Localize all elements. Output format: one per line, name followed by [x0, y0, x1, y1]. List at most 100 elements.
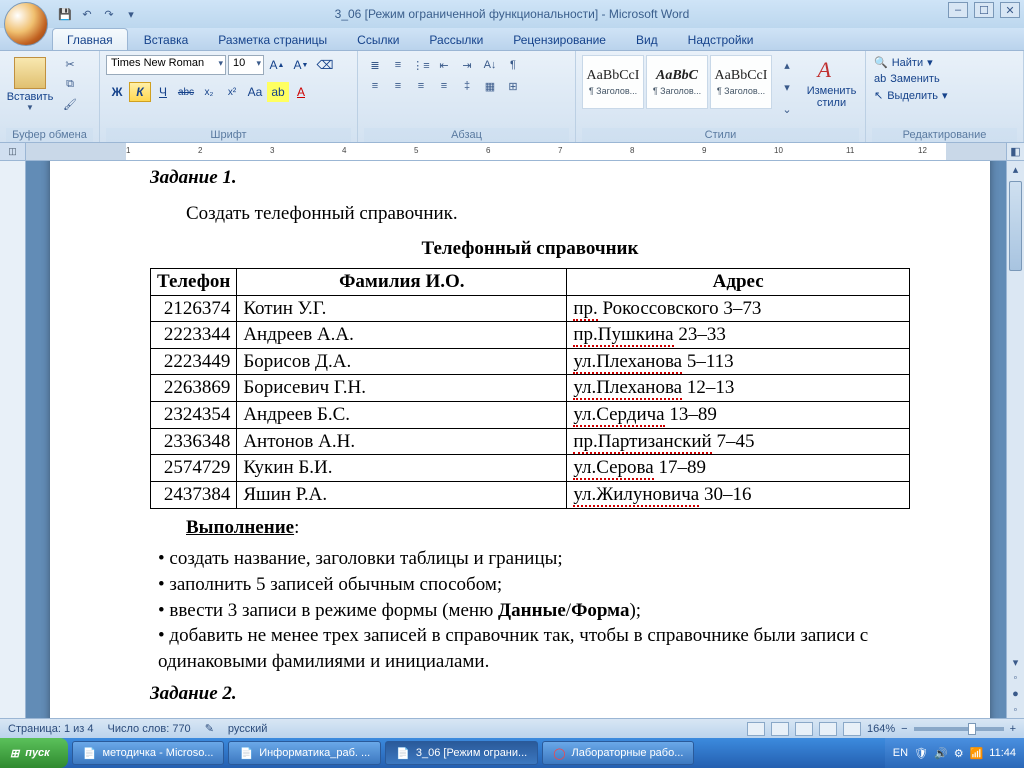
clock[interactable]: 11:44 [989, 747, 1016, 759]
page-viewport[interactable]: Задание 1. Создать телефонный справочник… [26, 161, 1006, 718]
clear-format-icon[interactable]: ⌫ [314, 55, 336, 75]
maximize-button[interactable]: ☐ [974, 2, 994, 18]
replace-button[interactable]: abЗаменить [872, 72, 950, 86]
italic-button[interactable]: К [129, 82, 151, 102]
grow-font-icon[interactable]: A▲ [266, 55, 288, 75]
taskbar-item-3[interactable]: 📄3_06 [Режим ограни... [385, 741, 538, 765]
group-clipboard: Вставить ▼ ✂ ⧉ 🖌 Буфер обмена [0, 51, 100, 142]
office-button[interactable] [4, 2, 48, 46]
change-case-button[interactable]: Aa [244, 82, 266, 102]
font-family-combo[interactable]: Times New Roman [106, 55, 226, 75]
scroll-up-icon[interactable]: ▴ [1007, 161, 1024, 177]
zoom-in-icon[interactable]: + [1010, 723, 1016, 735]
taskbar-item-4[interactable]: ◯Лабораторные рабо... [542, 741, 694, 765]
shrink-font-icon[interactable]: A▼ [290, 55, 312, 75]
tab-mailings[interactable]: Рассылки [415, 29, 497, 50]
tray-icon[interactable]: ⚙ [954, 747, 964, 760]
next-page-icon[interactable]: ◦ [1007, 702, 1024, 718]
style-gallery[interactable]: AaBbCcI ¶ Заголов... AaBbC ¶ Заголов... … [582, 55, 800, 119]
multilevel-icon[interactable]: ⋮≡ [410, 55, 432, 75]
status-words[interactable]: Число слов: 770 [108, 723, 191, 735]
style-next-icon[interactable]: ▾ [776, 77, 798, 97]
taskbar-item-1[interactable]: 📄методичка - Microso... [72, 741, 225, 765]
undo-icon[interactable]: ↶ [78, 5, 96, 23]
save-icon[interactable]: 💾 [56, 5, 74, 23]
tab-addins[interactable]: Надстройки [674, 29, 768, 50]
view-outline[interactable] [819, 722, 837, 736]
view-draft[interactable] [843, 722, 861, 736]
select-button[interactable]: ↖Выделить ▾ [872, 88, 950, 103]
group-font: Times New Roman 10 A▲ A▼ ⌫ Ж К Ч abc x₂ … [100, 51, 358, 142]
tab-layout[interactable]: Разметка страницы [204, 29, 341, 50]
tab-view[interactable]: Вид [622, 29, 672, 50]
view-web[interactable] [795, 722, 813, 736]
close-button[interactable]: ✕ [1000, 2, 1020, 18]
ruler-toggle-icon[interactable]: ◧ [1006, 143, 1024, 160]
status-page[interactable]: Страница: 1 из 4 [8, 723, 94, 735]
align-justify-icon[interactable]: ≡ [433, 76, 455, 96]
subscript-button[interactable]: x₂ [198, 82, 220, 102]
tray-icon[interactable]: 🔊 [934, 747, 948, 760]
tray-icon[interactable]: 🛡 [914, 747, 928, 760]
font-color-button[interactable]: A [290, 82, 312, 102]
format-painter-icon[interactable]: 🖌 [60, 95, 80, 113]
align-right-icon[interactable]: ≡ [410, 76, 432, 96]
doc-line1: Создать телефонный справочник. [150, 201, 910, 227]
zoom-out-icon[interactable]: − [901, 723, 907, 735]
find-button[interactable]: 🔍Найти ▾ [872, 55, 950, 70]
cut-icon[interactable]: ✂ [60, 55, 80, 73]
shading-icon[interactable]: ▦ [479, 76, 501, 96]
font-size-combo[interactable]: 10 [228, 55, 264, 75]
start-button[interactable]: ⊞пуск [0, 738, 68, 768]
indent-inc-icon[interactable]: ⇥ [456, 55, 478, 75]
status-language[interactable]: русский [228, 723, 267, 735]
tab-home[interactable]: Главная [52, 28, 128, 50]
lang-indicator[interactable]: EN [893, 747, 908, 759]
document-page[interactable]: Задание 1. Создать телефонный справочник… [50, 161, 990, 718]
superscript-button[interactable]: x² [221, 82, 243, 102]
borders-icon[interactable]: ⊞ [502, 76, 524, 96]
zoom-slider[interactable] [914, 727, 1004, 731]
scroll-down-icon[interactable]: ▾ [1007, 654, 1024, 670]
tab-review[interactable]: Рецензирование [499, 29, 620, 50]
change-styles-button[interactable]: A Изменить стили [804, 55, 859, 111]
view-print-layout[interactable] [747, 722, 765, 736]
style-item-3[interactable]: AaBbCcI ¶ Заголов... [710, 55, 772, 109]
numbering-icon[interactable]: ≡ [387, 55, 409, 75]
tab-insert[interactable]: Вставка [130, 29, 203, 50]
paste-button[interactable]: Вставить ▼ [6, 55, 54, 114]
taskbar-item-2[interactable]: 📄Информатика_раб. ... [228, 741, 381, 765]
highlight-button[interactable]: ab [267, 82, 289, 102]
bold-button[interactable]: Ж [106, 82, 128, 102]
vertical-ruler[interactable] [0, 161, 26, 718]
view-reading[interactable] [771, 722, 789, 736]
tray-icon[interactable]: 📶 [970, 747, 984, 760]
show-marks-icon[interactable]: ¶ [502, 55, 524, 75]
zoom-value[interactable]: 164% [867, 723, 895, 735]
redo-icon[interactable]: ↷ [100, 5, 118, 23]
scroll-thumb[interactable] [1009, 181, 1022, 271]
copy-icon[interactable]: ⧉ [60, 75, 80, 93]
style-prev-icon[interactable]: ▴ [776, 55, 798, 75]
sort-icon[interactable]: A↓ [479, 55, 501, 75]
style-more-icon[interactable]: ⌄ [776, 99, 798, 119]
minimize-button[interactable]: – [948, 2, 968, 18]
underline-button[interactable]: Ч [152, 82, 174, 102]
line-spacing-icon[interactable]: ‡ [456, 76, 478, 96]
strike-button[interactable]: abc [175, 82, 197, 102]
tab-references[interactable]: Ссылки [343, 29, 413, 50]
browse-object-icon[interactable]: ● [1007, 686, 1024, 702]
horizontal-ruler[interactable]: 123456789101112 [26, 143, 1006, 160]
prev-page-icon[interactable]: ◦ [1007, 670, 1024, 686]
proofing-icon[interactable]: ✎ [205, 722, 214, 735]
style-item-2[interactable]: AaBbC ¶ Заголов... [646, 55, 708, 109]
style-item-1[interactable]: AaBbCcI ¶ Заголов... [582, 55, 644, 109]
vertical-scrollbar[interactable]: ▴ ▾ ◦ ● ◦ [1006, 161, 1024, 718]
qat-more-icon[interactable]: ▾ [122, 5, 140, 23]
bullets-icon[interactable]: ≣ [364, 55, 386, 75]
align-center-icon[interactable]: ≡ [387, 76, 409, 96]
zoom-thumb[interactable] [968, 723, 976, 735]
align-left-icon[interactable]: ≡ [364, 76, 386, 96]
indent-dec-icon[interactable]: ⇤ [433, 55, 455, 75]
ruler-corner[interactable]: ◫ [0, 143, 26, 160]
